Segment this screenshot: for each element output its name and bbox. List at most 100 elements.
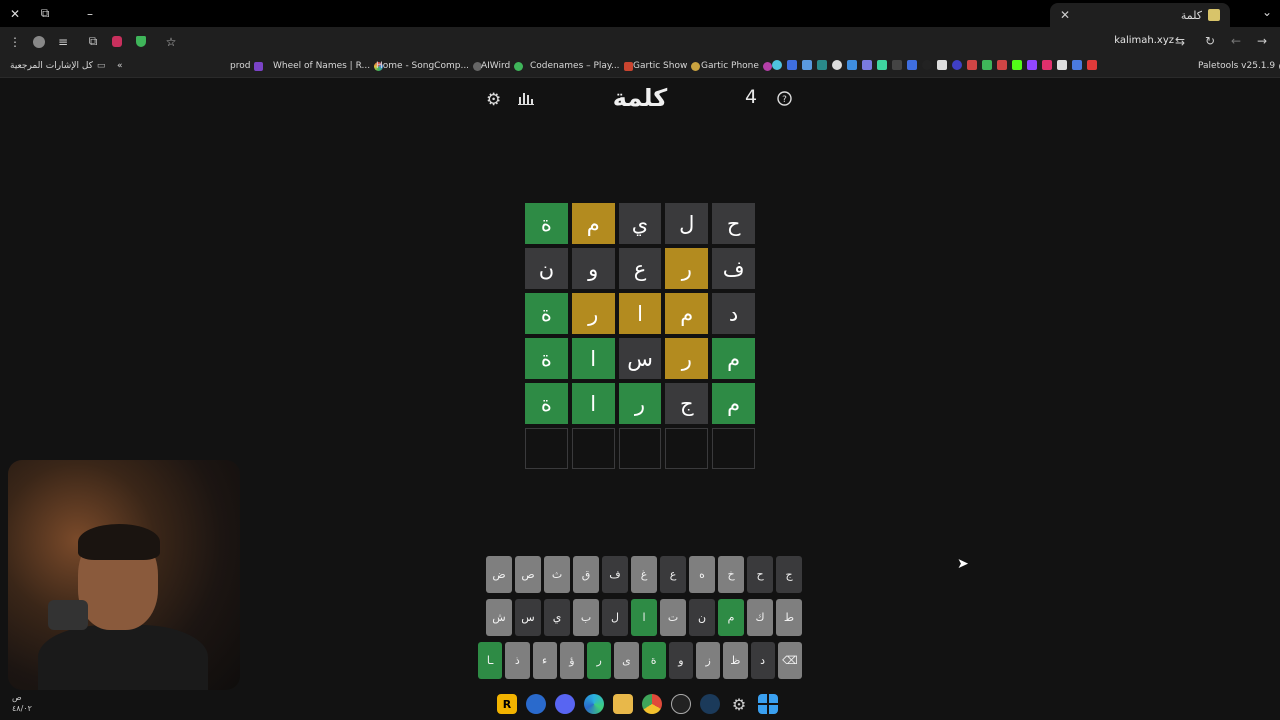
bookmark-icon[interactable] (997, 60, 1007, 70)
bookmark-gartic-show[interactable]: Gartic Show (633, 61, 701, 71)
backspace-key[interactable]: ⌫ (777, 642, 802, 679)
keyboard-key[interactable]: ا (631, 599, 657, 636)
restore-window-icon[interactable]: ⧉ (30, 0, 60, 27)
bookmark-icon[interactable] (847, 60, 857, 70)
bookmark-icon[interactable] (907, 60, 917, 70)
keyboard-key[interactable]: ة (641, 642, 666, 679)
keyboard-key[interactable]: ص (515, 556, 541, 593)
steam-icon[interactable] (700, 694, 720, 714)
bookmark-icon[interactable] (817, 60, 827, 70)
bookmark-icon[interactable] (802, 60, 812, 70)
keyboard-key[interactable]: س (515, 599, 541, 636)
bookmark-icon[interactable] (952, 60, 962, 70)
bookmark-paletools[interactable]: Paletools v25.1.9 (1198, 61, 1280, 71)
keyboard-key[interactable]: غ (631, 556, 657, 593)
edge-icon[interactable] (584, 694, 604, 714)
keyboard-key[interactable]: ض (486, 556, 512, 593)
profile-icon[interactable] (27, 30, 51, 54)
bookmark-icon[interactable] (832, 60, 842, 70)
bookmark-icon[interactable] (892, 60, 902, 70)
bookmark-wheel-of-names[interactable]: Wheel of Names | R... (273, 61, 384, 71)
address-bar-url[interactable]: kalimah.xyz (1114, 35, 1174, 46)
discord-icon[interactable] (555, 694, 575, 714)
keyboard-key[interactable]: ز (696, 642, 721, 679)
bookmark-icon[interactable] (967, 60, 977, 70)
keyboard-key[interactable]: ر (587, 642, 612, 679)
keyboard-key[interactable]: ت (660, 599, 686, 636)
rockstar-icon[interactable]: R (497, 694, 517, 714)
settings-icon[interactable]: ⚙ (729, 694, 749, 714)
extensions-icon[interactable]: ⧉ (81, 30, 105, 54)
keyboard-key[interactable]: ج (776, 556, 802, 593)
back-icon[interactable]: ← (1224, 29, 1248, 53)
bookmark-star-icon[interactable]: ☆ (159, 30, 183, 54)
tab-search-icon[interactable]: ⌄ (1262, 5, 1272, 19)
bookmark-icon[interactable] (1012, 60, 1022, 70)
keyboard-key[interactable]: ق (573, 556, 599, 593)
bookmark-icon[interactable] (787, 60, 797, 70)
keyboard-key[interactable]: ع (660, 556, 686, 593)
gear-icon[interactable]: ⚙ (486, 90, 501, 110)
ublock-icon[interactable] (105, 30, 129, 54)
keyboard-key[interactable]: ط (776, 599, 802, 636)
bookmark-prod[interactable]: prod (230, 61, 264, 71)
keyboard-key[interactable]: ك (747, 599, 773, 636)
chart-icon[interactable] (518, 90, 534, 110)
github-icon[interactable] (671, 694, 691, 714)
keyboard-key[interactable]: ذ (505, 642, 530, 679)
keyboard-key[interactable]: ؤ (559, 642, 584, 679)
bookmark-icon[interactable] (937, 60, 947, 70)
chrome-icon[interactable] (642, 694, 662, 714)
keyboard-key[interactable]: م (718, 599, 744, 636)
question-icon[interactable]: ? (777, 91, 792, 111)
keyboard-key[interactable]: ء (532, 642, 557, 679)
keyboard-key[interactable]: ح (747, 556, 773, 593)
bookmark-icon[interactable] (922, 60, 932, 70)
keyboard-key[interactable]: ى (614, 642, 639, 679)
keyboard-key[interactable]: ظ (723, 642, 748, 679)
bookmark-gartic-phone[interactable]: Gartic Phone (701, 61, 772, 71)
mouse-cursor-icon: ➤ (957, 556, 969, 572)
keyboard-key[interactable]: ش (486, 599, 512, 636)
bookmark-icon[interactable] (1072, 60, 1082, 70)
forward-icon[interactable]: → (1250, 29, 1274, 53)
bookmark-icon[interactable] (1057, 60, 1067, 70)
keyboard-key[interactable]: خ (718, 556, 744, 593)
bookmark-icon[interactable] (1042, 60, 1052, 70)
steam-link-icon[interactable] (526, 694, 546, 714)
board-tile (712, 428, 755, 469)
close-tab-icon[interactable]: ✕ (1060, 8, 1070, 22)
keyboard-key[interactable]: ن (689, 599, 715, 636)
youtube-icon[interactable] (1087, 60, 1097, 70)
bookmark-icon[interactable] (862, 60, 872, 70)
tab-kalimah[interactable]: ✕ كلمة (1050, 3, 1230, 27)
shield-icon[interactable] (129, 30, 153, 54)
keyboard-key[interactable]: ه (689, 556, 715, 593)
keyboard-key[interactable]: و (668, 642, 693, 679)
site-settings-icon[interactable]: ⇆ (1168, 29, 1192, 53)
bookmark-songcomp[interactable]: Home - SongComp... (376, 61, 483, 71)
bookmarks-overflow-icon[interactable]: « (117, 61, 123, 71)
keyboard-key[interactable]: ي (544, 599, 570, 636)
keyboard-key[interactable]: ف (602, 556, 628, 593)
bookmark-codenames[interactable]: Codenames – Play... (530, 61, 633, 71)
bookmark-icon[interactable] (877, 60, 887, 70)
bookmark-icon[interactable] (772, 60, 782, 70)
menu-icon[interactable]: ⋮ (3, 30, 27, 54)
bookmark-aiwird[interactable]: AIWird (481, 61, 524, 71)
keyboard-key[interactable]: د (750, 642, 775, 679)
minimize-window-icon[interactable]: – (75, 0, 105, 27)
keyboard-key[interactable]: ب (573, 599, 599, 636)
clock[interactable]: ص ٤٨/٠٢ (12, 692, 32, 714)
keyboard-key[interactable]: ث (544, 556, 570, 593)
reading-list-icon[interactable]: ≡ (51, 30, 75, 54)
all-bookmarks[interactable]: كل الإشارات المرجعية ▭ (10, 61, 105, 71)
folder-icon[interactable] (613, 694, 633, 714)
close-window-icon[interactable]: ✕ (0, 0, 30, 27)
bookmark-icon[interactable] (982, 60, 992, 70)
keyboard-key[interactable]: ـا (478, 642, 503, 679)
reload-icon[interactable]: ↻ (1198, 29, 1222, 53)
keyboard-key[interactable]: ل (602, 599, 628, 636)
windows-icon[interactable] (758, 694, 778, 714)
bookmark-icon[interactable] (1027, 60, 1037, 70)
